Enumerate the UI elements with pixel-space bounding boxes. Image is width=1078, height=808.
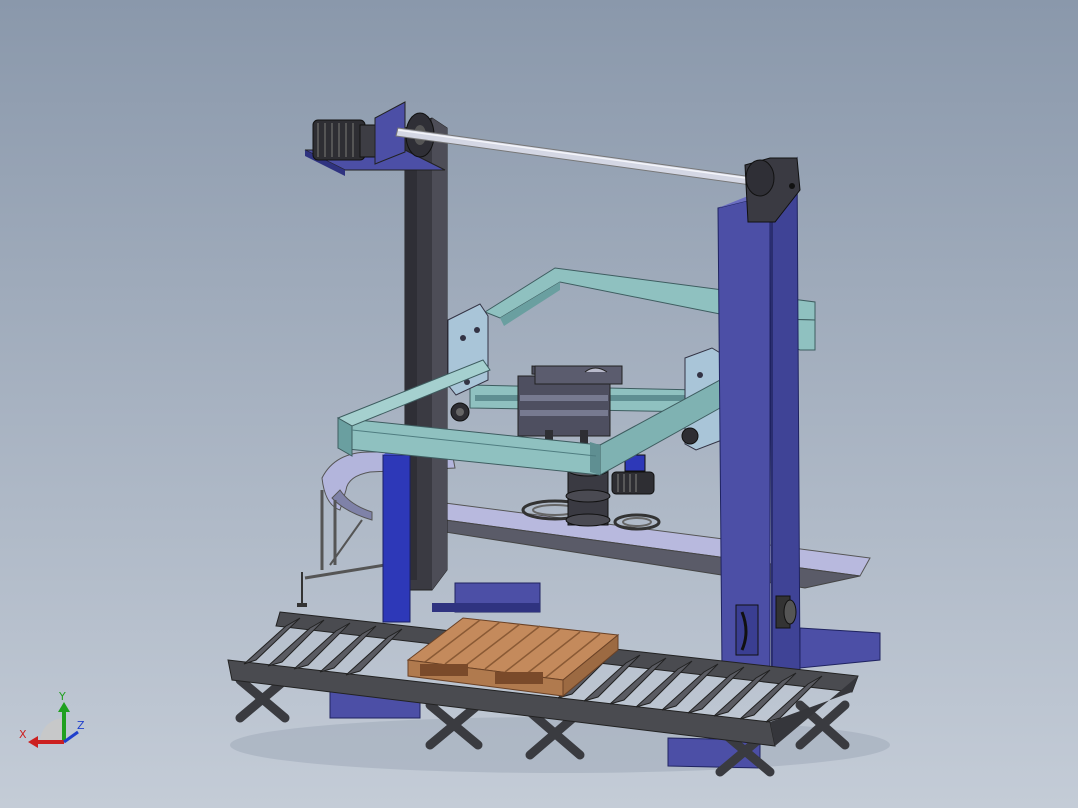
x-axis-label: X xyxy=(19,728,27,741)
x-axis-arrowhead xyxy=(28,736,38,748)
z-axis-label: Z xyxy=(77,719,85,732)
z-axis-arrow xyxy=(63,730,79,744)
y-axis-arrowhead xyxy=(58,702,70,712)
y-axis-label: Y xyxy=(58,690,66,703)
cad-viewport[interactable]: Y X Z xyxy=(0,0,1078,808)
view-orientation-triad: Y X Z xyxy=(19,690,85,748)
